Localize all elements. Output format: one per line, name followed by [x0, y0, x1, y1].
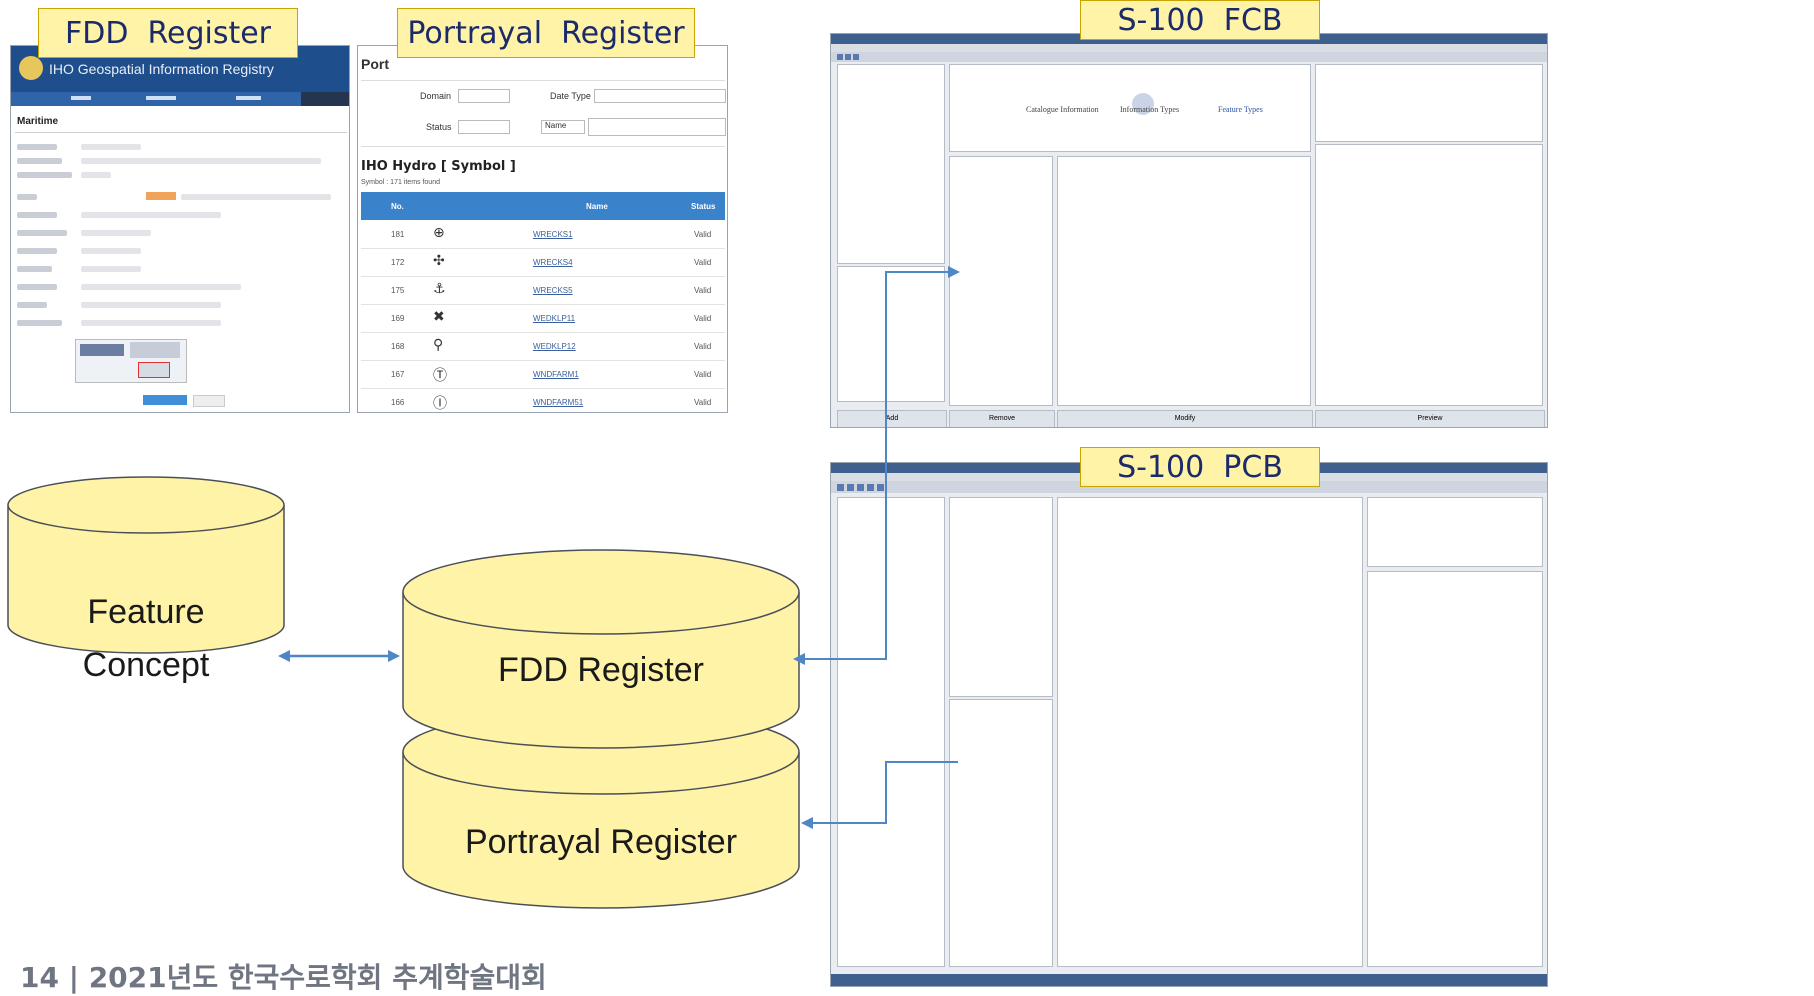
portrayal-register-cylinder-label: Portrayal Register — [465, 823, 737, 861]
fdd-register-cylinder-label: FDD Register — [498, 651, 704, 689]
diagram-overlay: Feature Concept Portrayal Register FDD R… — [7, 266, 960, 909]
arrow-pcb-portrayal — [801, 761, 958, 829]
cylinder-fdd-register: FDD Register — [402, 549, 800, 749]
cylinder-feature-concept: Feature Concept — [7, 476, 285, 684]
arrow-fdd-fcb — [793, 266, 960, 665]
footer-text: 14 | 2021년도 한국수로학회 추계학술대회 — [20, 961, 547, 994]
feature-concept-line1: Feature — [87, 593, 204, 631]
feature-concept-line2: Concept — [83, 646, 210, 684]
